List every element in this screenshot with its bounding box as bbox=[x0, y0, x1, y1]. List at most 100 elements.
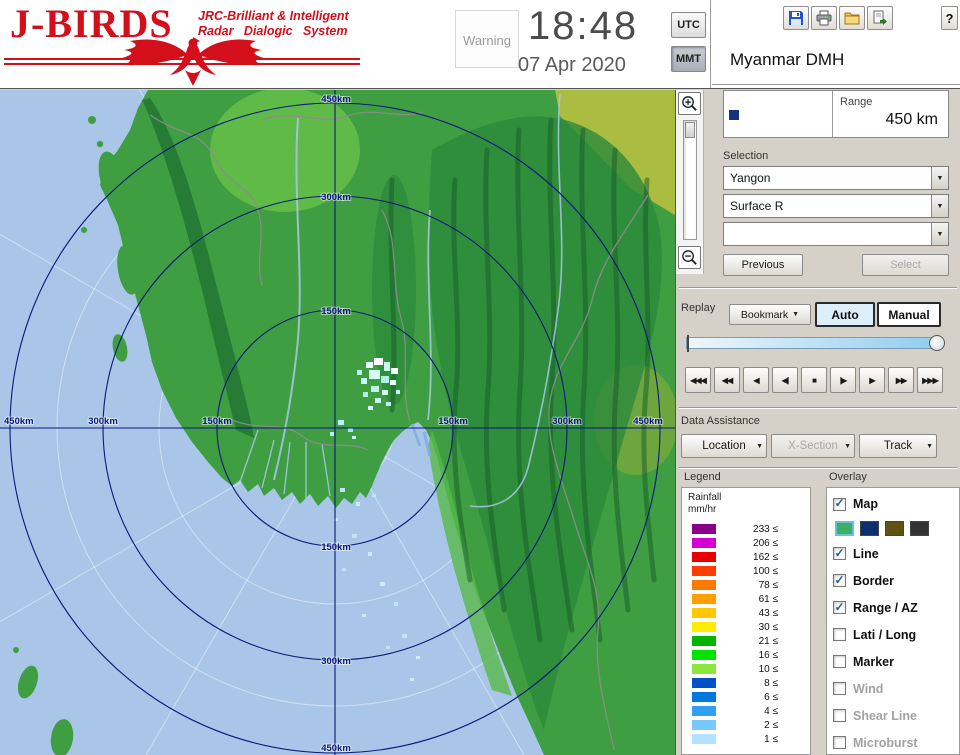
overlay-item-line[interactable]: ✓ Line bbox=[833, 540, 957, 567]
map-style-swatch-navy[interactable] bbox=[860, 521, 879, 536]
microburst-checkbox[interactable] bbox=[833, 736, 846, 749]
clock-time: 18:48 bbox=[528, 4, 638, 49]
line-checkbox[interactable]: ✓ bbox=[833, 547, 846, 560]
export-button[interactable] bbox=[867, 6, 893, 30]
overlay-label-line: Line bbox=[853, 547, 879, 561]
pb-rewind-button[interactable]: ◀◀ bbox=[714, 367, 740, 393]
pb-forward-button[interactable]: ▶▶ bbox=[888, 367, 914, 393]
overlay-item-wind[interactable]: Wind bbox=[833, 675, 957, 702]
chevron-down-icon[interactable]: ▼ bbox=[931, 195, 948, 217]
border-checkbox[interactable]: ✓ bbox=[833, 574, 846, 587]
open-folder-button[interactable] bbox=[839, 6, 865, 30]
mmt-button[interactable]: MMT bbox=[671, 46, 706, 72]
replay-section-label: Replay bbox=[681, 302, 715, 314]
overlay-item-map[interactable]: ✓ Map bbox=[833, 492, 957, 516]
print-button[interactable] bbox=[811, 6, 837, 30]
legend-value: 30 ≤ bbox=[716, 622, 778, 633]
pb-frame-back-button[interactable]: ◀| bbox=[772, 367, 798, 393]
chevron-down-icon[interactable]: ▼ bbox=[931, 167, 948, 189]
pb-step-back-button[interactable]: ◀ bbox=[743, 367, 769, 393]
range-label: 300km bbox=[321, 656, 351, 667]
radar-map[interactable]: 450km 300km 150km 150km 300km 450km 450k… bbox=[0, 90, 675, 755]
range-label: 300km bbox=[552, 416, 582, 427]
pb-stop-button[interactable]: ■ bbox=[801, 367, 827, 393]
auto-mode-button[interactable]: Auto bbox=[815, 302, 875, 327]
chevron-down-icon: ▼ bbox=[756, 443, 763, 450]
replay-timeline-slider[interactable] bbox=[686, 337, 940, 349]
legend-color-swatch bbox=[692, 552, 716, 562]
legend-color-swatch bbox=[692, 664, 716, 674]
marker-checkbox[interactable] bbox=[833, 655, 846, 668]
legend-value: 100 ≤ bbox=[716, 566, 778, 577]
pb-frame-forward-button[interactable]: |▶ bbox=[830, 367, 856, 393]
option-dropdown[interactable]: ▼ bbox=[723, 222, 949, 246]
legend-unit-line1: Rainfall bbox=[688, 492, 810, 504]
radar-map-canvas[interactable]: 450km 300km 150km 150km 300km 450km 450k… bbox=[0, 90, 675, 755]
wind-checkbox[interactable] bbox=[833, 682, 846, 695]
pb-fast-forward-button[interactable]: ▶▶▶ bbox=[917, 367, 943, 393]
previous-button[interactable]: Previous bbox=[723, 254, 803, 276]
overlay-item-microburst[interactable]: Microburst bbox=[833, 729, 957, 755]
select-button[interactable]: Select bbox=[862, 254, 949, 276]
manual-mode-button[interactable]: Manual bbox=[877, 302, 941, 327]
overlay-section-label: Overlay bbox=[829, 471, 867, 483]
map-checkbox[interactable]: ✓ bbox=[833, 498, 846, 511]
range-az-checkbox[interactable]: ✓ bbox=[833, 601, 846, 614]
shear-line-checkbox[interactable] bbox=[833, 709, 846, 722]
help-button[interactable]: ? bbox=[941, 6, 958, 30]
zoom-in-button[interactable] bbox=[678, 92, 701, 115]
overlay-item-lati-long[interactable]: Lati / Long bbox=[833, 621, 957, 648]
save-button[interactable] bbox=[783, 6, 809, 30]
pb-fast-rewind-button[interactable]: ◀◀◀ bbox=[685, 367, 711, 393]
overlay-item-marker[interactable]: Marker bbox=[833, 648, 957, 675]
bookmark-button[interactable]: Bookmark ▼ bbox=[729, 304, 811, 325]
legend-color-swatch bbox=[692, 650, 716, 660]
legend-panel: Rainfall mm/hr 233 ≤ 206 ≤ 162 ≤ 100 ≤ 7… bbox=[681, 487, 811, 755]
track-button[interactable]: Track ▼ bbox=[859, 434, 937, 458]
legend-row: 61 ≤ bbox=[682, 592, 810, 606]
product-dropdown[interactable]: Surface R ▼ bbox=[723, 194, 949, 218]
legend-value: 2 ≤ bbox=[716, 720, 778, 731]
legend-value: 6 ≤ bbox=[716, 692, 778, 703]
overlay-item-range-az[interactable]: ✓ Range / AZ bbox=[833, 594, 957, 621]
map-style-swatch-olive[interactable] bbox=[885, 521, 904, 536]
zoom-scrollbar-thumb[interactable] bbox=[685, 122, 695, 138]
zoom-out-button[interactable] bbox=[678, 246, 701, 269]
track-label: Track bbox=[884, 440, 912, 452]
legend-scale: 233 ≤ 206 ≤ 162 ≤ 100 ≤ 78 ≤ 61 ≤ 43 ≤ 3… bbox=[682, 522, 810, 746]
legend-row: 100 ≤ bbox=[682, 564, 810, 578]
map-style-swatch-green[interactable] bbox=[835, 521, 854, 536]
legend-row: 30 ≤ bbox=[682, 620, 810, 634]
selection-section-label: Selection bbox=[723, 150, 768, 162]
separator bbox=[679, 287, 957, 289]
bookmark-label: Bookmark bbox=[741, 309, 788, 321]
zoom-scrollbar[interactable] bbox=[683, 120, 697, 240]
separator bbox=[679, 407, 957, 409]
legend-color-swatch bbox=[692, 622, 716, 632]
legend-color-swatch bbox=[692, 706, 716, 716]
overlay-item-border[interactable]: ✓ Border bbox=[833, 567, 957, 594]
control-panel: Range 450 km Selection Yangon ▼ Surface … bbox=[675, 90, 960, 755]
chevron-down-icon[interactable]: ▼ bbox=[931, 223, 948, 245]
data-assistance-label: Data Assistance bbox=[681, 415, 760, 427]
legend-section-label: Legend bbox=[684, 471, 721, 483]
map-style-swatch-dark[interactable] bbox=[910, 521, 929, 536]
range-label: 150km bbox=[321, 542, 351, 553]
slider-handle[interactable] bbox=[929, 335, 945, 351]
location-button[interactable]: Location ▼ bbox=[681, 434, 767, 458]
overlay-item-shear-line[interactable]: Shear Line bbox=[833, 702, 957, 729]
utc-button[interactable]: UTC bbox=[671, 12, 706, 38]
overlay-label-map: Map bbox=[853, 497, 878, 511]
legend-color-swatch bbox=[692, 720, 716, 730]
range-display: Range 450 km bbox=[723, 90, 949, 138]
warning-indicator[interactable]: Warning bbox=[455, 10, 519, 68]
x-section-button[interactable]: X-Section ▼ bbox=[771, 434, 855, 458]
site-dropdown[interactable]: Yangon ▼ bbox=[723, 166, 949, 190]
lati-long-checkbox[interactable] bbox=[833, 628, 846, 641]
map-style-swatches[interactable] bbox=[833, 516, 957, 540]
folder-icon bbox=[844, 10, 860, 26]
pb-step-forward-button[interactable]: ▶ bbox=[859, 367, 885, 393]
legend-color-swatch bbox=[692, 636, 716, 646]
save-icon bbox=[788, 10, 804, 26]
legend-value: 206 ≤ bbox=[716, 538, 778, 549]
